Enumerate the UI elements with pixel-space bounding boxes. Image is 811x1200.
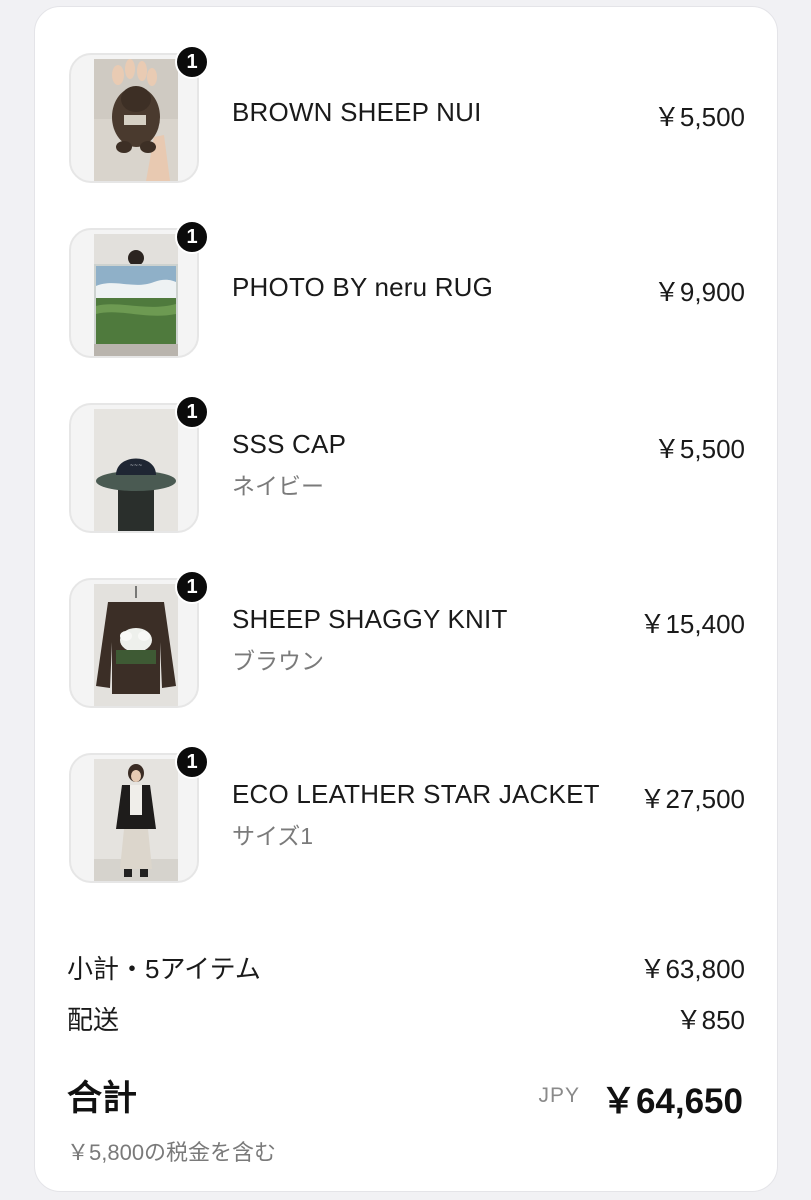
leather-jacket-photo — [94, 759, 178, 881]
total-label: 合計 — [67, 1079, 138, 1118]
product-price: ￥27,500 — [639, 784, 745, 814]
subtotal-label: 小計・5アイテム — [67, 954, 261, 984]
product-price: ￥5,500 — [653, 102, 745, 132]
quantity-badge: 1 — [175, 45, 209, 79]
brown-knit-photo — [94, 584, 178, 706]
svg-text:~~~: ~~~ — [130, 463, 143, 469]
quantity-badge: 1 — [175, 745, 209, 779]
product-price: ￥5,500 — [653, 434, 745, 464]
shipping-value: ￥850 — [675, 1005, 745, 1035]
product-variant: ネイビー — [232, 473, 324, 499]
product-price: ￥9,900 — [653, 277, 745, 307]
line-item: 1 ECO LEATHER STAR JACKET サイズ1 ￥27,500 — [35, 745, 779, 893]
quantity-badge: 1 — [175, 395, 209, 429]
tax-note: ￥5,800の税金を含む — [67, 1140, 277, 1165]
currency-code: JPY — [538, 1084, 580, 1107]
product-variant: ブラウン — [232, 648, 324, 674]
product-name[interactable]: SHEEP SHAGGY KNIT — [232, 604, 508, 635]
line-item: ~~~ 1 SSS CAP ネイビー ￥5,500 — [35, 395, 779, 543]
subtotal-value: ￥63,800 — [639, 954, 745, 984]
product-name[interactable]: ECO LEATHER STAR JACKET — [232, 779, 600, 810]
line-item: 1 BROWN SHEEP NUI ￥5,500 — [35, 45, 779, 193]
shipping-label: 配送 — [67, 1005, 120, 1035]
quantity-badge: 1 — [175, 220, 209, 254]
product-variant: サイズ1 — [232, 823, 314, 849]
total-value: ￥64,650 — [600, 1082, 743, 1121]
order-summary-card: 1 BROWN SHEEP NUI ￥5,500 1 PHOTO BY neru… — [34, 6, 778, 1192]
landscape-rug-photo — [94, 234, 178, 356]
quantity-badge: 1 — [175, 570, 209, 604]
line-item: 1 PHOTO BY neru RUG ￥9,900 — [35, 220, 779, 368]
product-name[interactable]: PHOTO BY neru RUG — [232, 272, 493, 303]
navy-cap-photo: ~~~ — [94, 409, 178, 531]
product-price: ￥15,400 — [639, 609, 745, 639]
product-name[interactable]: BROWN SHEEP NUI — [232, 97, 482, 128]
line-item: 1 SHEEP SHAGGY KNIT ブラウン ￥15,400 — [35, 570, 779, 718]
sheep-plush-photo — [94, 59, 178, 181]
product-name[interactable]: SSS CAP — [232, 429, 346, 460]
